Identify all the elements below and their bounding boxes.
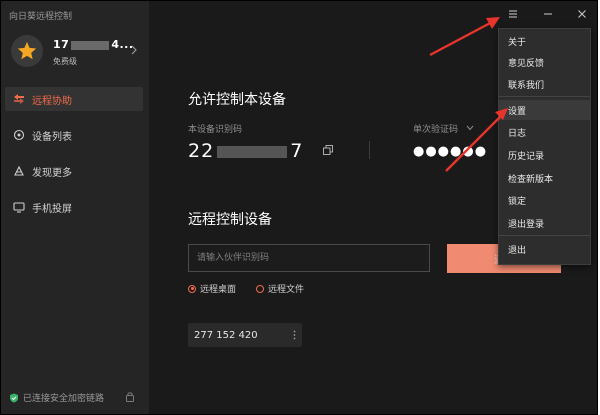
avatar[interactable] bbox=[11, 35, 43, 67]
menu-item-lock[interactable]: 锁定 bbox=[499, 190, 590, 210]
device-list-icon bbox=[12, 128, 26, 142]
close-icon bbox=[578, 10, 586, 18]
mode-remote-file[interactable]: 远程文件 bbox=[256, 282, 304, 295]
mode-label: 远程桌面 bbox=[200, 285, 237, 295]
menu-separator bbox=[499, 235, 590, 236]
menu-item-exit[interactable]: 退出 bbox=[499, 239, 590, 259]
menu-item-check-update[interactable]: 检查新版本 bbox=[499, 168, 590, 188]
radio-unselected bbox=[256, 284, 264, 293]
app-window: 向日葵远程控制 17 4... 免费级 远程协助 设备列表 发现更多 手机投屏 已… bbox=[0, 0, 598, 415]
sidebar-item-device-list[interactable]: 设备列表 bbox=[5, 123, 143, 147]
star-icon bbox=[17, 41, 37, 60]
chevron-down-icon[interactable] bbox=[466, 125, 474, 131]
security-status: 已连接安全加密链路 bbox=[9, 391, 104, 404]
minimize-icon bbox=[544, 13, 552, 15]
sidebar-item-label: 发现更多 bbox=[32, 167, 72, 179]
divider bbox=[369, 141, 370, 159]
main-dropdown-menu: 关于 意见反馈 联系我们 设置 日志 历史记录 检查新版本 锁定 退出登录 退出 bbox=[498, 28, 591, 265]
shield-check-icon bbox=[10, 393, 18, 402]
minimize-button[interactable] bbox=[541, 7, 555, 21]
menu-item-log[interactable]: 日志 bbox=[499, 122, 590, 142]
radio-selected bbox=[188, 284, 196, 293]
user-id-start: 17 bbox=[53, 38, 70, 51]
device-code: 22 7 bbox=[188, 140, 303, 162]
sidebar: 向日葵远程控制 17 4... 免费级 远程协助 设备列表 发现更多 手机投屏 已… bbox=[1, 1, 150, 414]
one-time-password: ●●●●●● bbox=[413, 144, 488, 159]
user-tier: 免费级 bbox=[53, 57, 77, 66]
copy-icon[interactable] bbox=[323, 145, 333, 155]
lock-icon[interactable] bbox=[125, 391, 135, 402]
device-code-label: 本设备识别码 bbox=[188, 125, 243, 135]
user-id[interactable]: 17 4... bbox=[53, 38, 134, 51]
menu-item-about[interactable]: 关于 bbox=[499, 31, 590, 51]
chevron-right-icon[interactable] bbox=[130, 45, 138, 55]
history-device-chip[interactable]: 277 152 420 bbox=[188, 323, 302, 347]
menu-item-logout[interactable]: 退出登录 bbox=[499, 213, 590, 233]
sidebar-item-remote-assist[interactable]: 远程协助 bbox=[5, 87, 143, 111]
device-code-start: 22 bbox=[188, 140, 215, 162]
remote-assist-icon bbox=[12, 92, 26, 106]
redaction-mask bbox=[71, 40, 110, 50]
remote-control-title: 远程控制设备 bbox=[188, 212, 272, 228]
menu-item-settings[interactable]: 设置 bbox=[499, 100, 590, 120]
main-menu-button[interactable] bbox=[506, 7, 520, 21]
sidebar-item-label: 设备列表 bbox=[32, 131, 72, 143]
screen-cast-icon bbox=[12, 200, 26, 214]
device-code-end: 7 bbox=[290, 140, 304, 162]
history-device-code: 277 152 420 bbox=[194, 329, 258, 341]
partner-code-input[interactable] bbox=[188, 244, 430, 272]
security-status-text: 已连接安全加密链路 bbox=[23, 394, 105, 404]
app-title: 向日葵远程控制 bbox=[9, 12, 73, 22]
mode-remote-desktop[interactable]: 远程桌面 bbox=[188, 282, 236, 295]
menu-item-contact[interactable]: 联系我们 bbox=[499, 74, 590, 94]
discover-icon bbox=[12, 164, 26, 178]
menu-separator bbox=[499, 96, 590, 97]
more-vertical-icon[interactable] bbox=[293, 330, 296, 340]
menu-item-history[interactable]: 历史记录 bbox=[499, 145, 590, 165]
menu-icon bbox=[509, 10, 517, 18]
password-label: 单次验证码 bbox=[413, 125, 459, 135]
close-button[interactable] bbox=[575, 7, 589, 21]
sidebar-item-label: 手机投屏 bbox=[32, 203, 72, 215]
sidebar-item-label: 远程协助 bbox=[32, 95, 72, 107]
sidebar-item-discover[interactable]: 发现更多 bbox=[5, 159, 143, 183]
sidebar-item-screen-cast[interactable]: 手机投屏 bbox=[5, 195, 143, 219]
allow-control-title: 允许控制本设备 bbox=[188, 92, 286, 108]
redaction-mask bbox=[217, 145, 288, 158]
menu-item-feedback[interactable]: 意见反馈 bbox=[499, 52, 590, 72]
mode-label: 远程文件 bbox=[268, 285, 305, 295]
